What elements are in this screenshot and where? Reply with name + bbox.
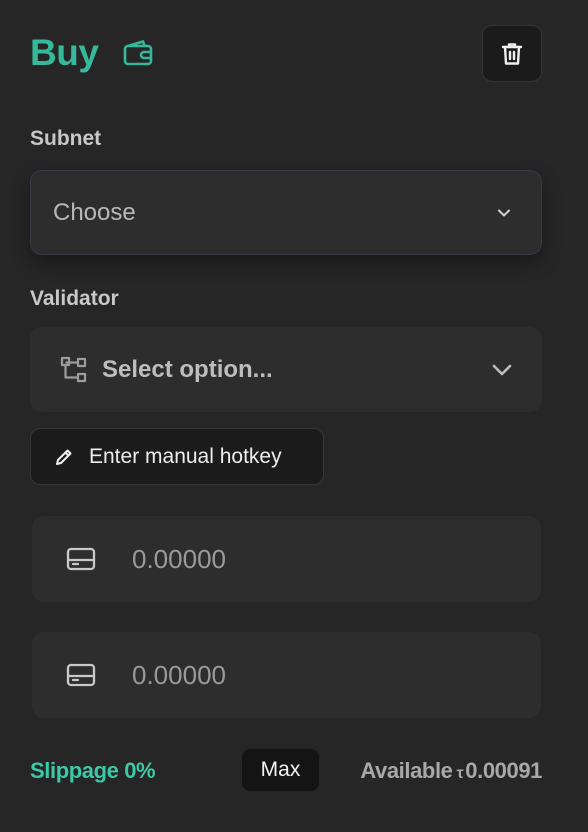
validator-label: Validator: [30, 287, 119, 310]
wallet-icon: [122, 37, 154, 69]
subnet-label: Subnet: [30, 127, 102, 150]
card-icon: [66, 547, 96, 571]
manual-hotkey-label: Enter manual hotkey: [89, 444, 282, 468]
hierarchy-icon: [60, 356, 88, 384]
currency-symbol: τ: [456, 765, 464, 782]
validator-select[interactable]: Select option...: [30, 327, 542, 412]
available-balance: Available τ0.00091: [360, 758, 542, 784]
subnet-select[interactable]: Choose: [30, 170, 542, 255]
amount-input-1-value: 0.00000: [132, 543, 226, 574]
card-icon: [66, 663, 96, 687]
chevron-down-icon: [497, 208, 511, 217]
manual-hotkey-button[interactable]: Enter manual hotkey: [30, 428, 324, 485]
subnet-select-value: Choose: [53, 198, 136, 226]
pencil-icon: [55, 448, 73, 466]
chevron-down-icon: [492, 364, 512, 376]
amount-input-1[interactable]: 0.00000: [32, 516, 541, 602]
amount-input-2[interactable]: 0.00000: [32, 632, 541, 718]
available-label: Available: [360, 758, 453, 783]
amount-input-2-value: 0.00000: [132, 659, 226, 690]
validator-select-placeholder: Select option...: [102, 355, 273, 383]
available-value: 0.00091: [465, 758, 542, 783]
panel-header: Buy: [30, 30, 154, 76]
buy-panel: Buy Subnet Choose Validator Select optio…: [0, 0, 588, 832]
trash-icon: [501, 42, 523, 66]
max-button[interactable]: Max: [242, 749, 319, 791]
page-title: Buy: [30, 32, 99, 73]
footer-bar: Slippage 0% Max Available τ0.00091: [30, 749, 542, 793]
delete-button[interactable]: [482, 25, 542, 82]
slippage-link[interactable]: Slippage 0%: [30, 758, 156, 784]
